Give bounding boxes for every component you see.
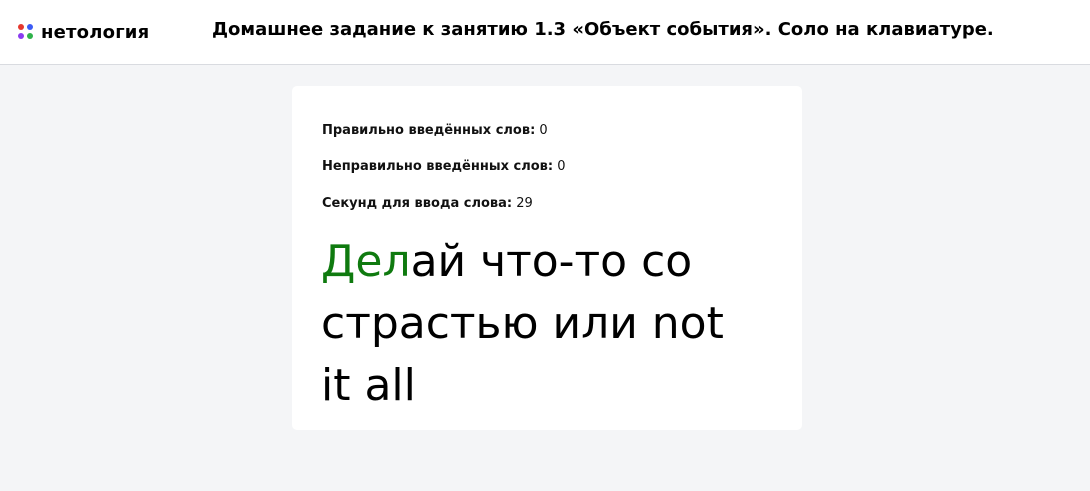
timer-label: Секунд для ввода слова:	[322, 196, 513, 211]
wrong-words-label: Неправильно введённых слов:	[322, 159, 554, 174]
timer-status: Секунд для ввода слова: 29	[322, 196, 533, 211]
logo-text: нетология	[41, 21, 150, 43]
correct-words-label: Правильно введённых слов:	[322, 123, 536, 138]
wrong-words-value: 0	[557, 159, 566, 174]
logo-dots-icon	[18, 24, 34, 40]
top-header: нетология Домашнее задание к занятию 1.3…	[0, 0, 1090, 65]
netology-logo[interactable]: нетология	[18, 20, 149, 44]
timer-value: 29	[516, 196, 533, 211]
typed-characters: Дел	[321, 236, 411, 287]
logo-dot	[27, 33, 33, 39]
logo-dot	[27, 24, 33, 30]
correct-words-status: Правильно введённых слов: 0	[322, 123, 548, 138]
correct-words-value: 0	[539, 123, 548, 138]
logo-dot	[18, 33, 24, 39]
logo-dot	[18, 24, 24, 30]
target-phrase: Делай что-то со страстью или not it all	[321, 231, 761, 417]
wrong-words-status: Неправильно введённых слов: 0	[322, 159, 566, 174]
game-card: Правильно введённых слов: 0 Неправильно …	[292, 86, 802, 430]
page-title: Домашнее задание к занятию 1.3 «Объект с…	[212, 19, 994, 40]
